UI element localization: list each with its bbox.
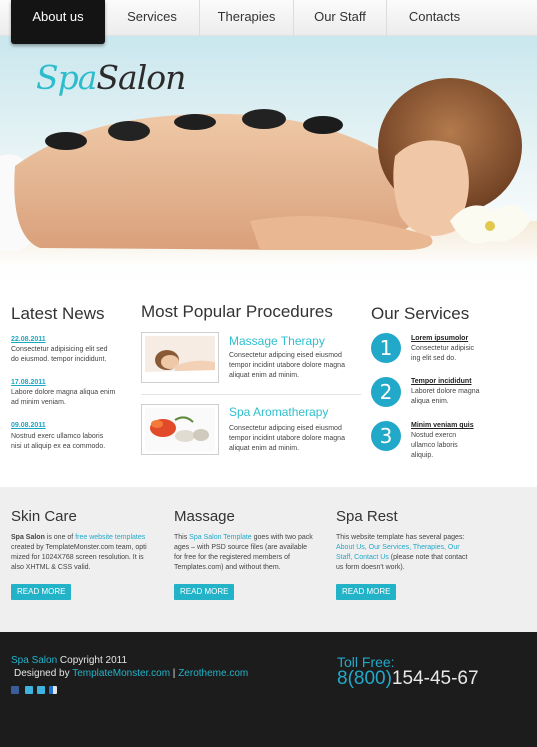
service-number-3: 3 [371,421,401,451]
procedure-text: Consectetur adipcing eised eiusmod [229,425,342,432]
news-date[interactable]: 09.08.2011 [11,422,46,429]
hero-fade [0,254,537,294]
footer-credits: Designed by TemplateMonster.com | Zeroth… [14,668,249,679]
procedure-text: tempor incidint utabore dolore magna [229,435,345,442]
logo-salon: Salon [96,58,186,97]
procedure-text: aliquat enim ad minim. [229,445,300,452]
service-link[interactable]: Minim veniam quis [411,422,474,429]
nav-our-staff[interactable]: Our Staff [294,0,386,36]
spa-rest-pages-links[interactable]: Staff, Contact Us [336,554,389,561]
nav-about-us[interactable]: About us [11,0,105,44]
spa-rest-text: This website template has several pages: [336,534,465,541]
zerotheme-link[interactable]: Zerotheme.com [178,668,248,679]
news-text: do eiusmod. tempor incididunt. [11,356,107,363]
our-services-heading: Our Services [371,304,470,323]
logo-spa: Spa [36,58,97,97]
read-more-button[interactable]: READ MORE [174,584,235,600]
spa-aromatherapy-link[interactable]: Spa Aromatherapy [229,405,328,419]
massage-heading: Massage [174,508,235,525]
site-logo[interactable]: SpaSalon [36,58,186,97]
service-text: Laboret dolore magna [411,388,480,395]
spa-rest-heading: Spa Rest [336,508,398,525]
skin-care-heading: Skin Care [11,508,77,525]
free-templates-link[interactable]: free website templates [75,534,145,541]
nav-contacts[interactable]: Contacts [387,0,482,36]
procedure-text: Consectetur adipcing eised eiusmod [229,352,342,359]
aromatherapy-image [145,408,215,451]
spa-rest-text: Staff, Contact Us (please note that cont… [336,554,468,561]
service-text: aliquip. [411,452,434,459]
service-number-1: 1 [371,333,401,363]
delicious-icon[interactable] [49,686,57,694]
news-date[interactable]: 22.08.2011 [11,336,46,343]
read-more-button[interactable]: READ MORE [336,584,397,600]
spa-salon-template-link[interactable]: Spa Salon Template [189,534,252,541]
service-text: Nostud exercn [411,432,457,439]
procedures-heading: Most Popular Procedures [141,302,333,321]
massage-text: This Spa Salon Template goes with two pa… [174,534,313,541]
service-link[interactable]: Lorem ipsumolor [411,335,468,342]
skin-care-text: Spa Salon is one of free website templat… [11,534,146,541]
twitter-icon[interactable] [37,686,45,694]
templatemonster-link[interactable]: TemplateMonster.com [72,668,170,679]
service-text: aliqua enim. [411,398,449,405]
massage-therapy-thumbnail[interactable] [141,332,219,383]
skin-care-text: mized for 1024X768 screen resolution. It… [11,554,144,561]
hero-banner: SpaSalon [0,36,537,294]
aromatherapy-thumbnail[interactable] [141,404,219,455]
spa-rest-pages-links[interactable]: About Us, Our Services, Therapies, Our [336,543,460,553]
twitter-icon[interactable] [25,686,33,694]
skin-care-text: created by TemplateMonster.com team, opt… [11,544,147,551]
main-nav: About us Services Therapies Our Staff Co… [0,0,537,44]
procedure-text: tempor incidint utabore dolore magna [229,362,345,369]
spa-rest-text: us form doesn't work). [336,564,405,571]
service-text: Consectetur adipisic [411,345,475,352]
massage-therapy-link[interactable]: Massage Therapy [229,334,325,348]
news-text: nisi ut aliquip ex ea commodo. [11,443,106,450]
phone-number: 8(800)154-45-67 [337,668,479,689]
service-number-2: 2 [371,377,401,407]
service-link[interactable]: Tempor incididunt [411,378,472,385]
massage-text: for free for the registered members of [174,554,290,561]
service-text: ing elit sed do. [411,355,457,362]
procedure-text: aliquat enim ad minim. [229,372,300,379]
divider [141,394,361,395]
news-text: Labore dolore magna aliqua enim [11,389,116,396]
service-text: ullamco laboris [411,442,458,449]
skin-care-text: also XHTML & CSS valid. [11,564,91,571]
facebook-icon[interactable] [11,686,19,694]
read-more-button[interactable]: READ MORE [11,584,72,600]
news-text: Consectetur adipisicing elit sed [11,346,108,353]
news-text: ad minim veniam. [11,399,66,406]
news-text: Nostrud exerc ullamco laboris [11,433,104,440]
nav-services[interactable]: Services [105,0,199,36]
nav-therapies[interactable]: Therapies [200,0,293,36]
latest-news-heading: Latest News [11,304,105,323]
massage-text: ages – with PSD source files (are availa… [174,544,308,551]
footer-copyright: Spa Salon Copyright 2011 [11,655,128,666]
massage-text: Templates.com) and without them. [174,564,281,571]
massage-image [145,336,215,379]
news-date[interactable]: 17.08.2011 [11,379,46,386]
